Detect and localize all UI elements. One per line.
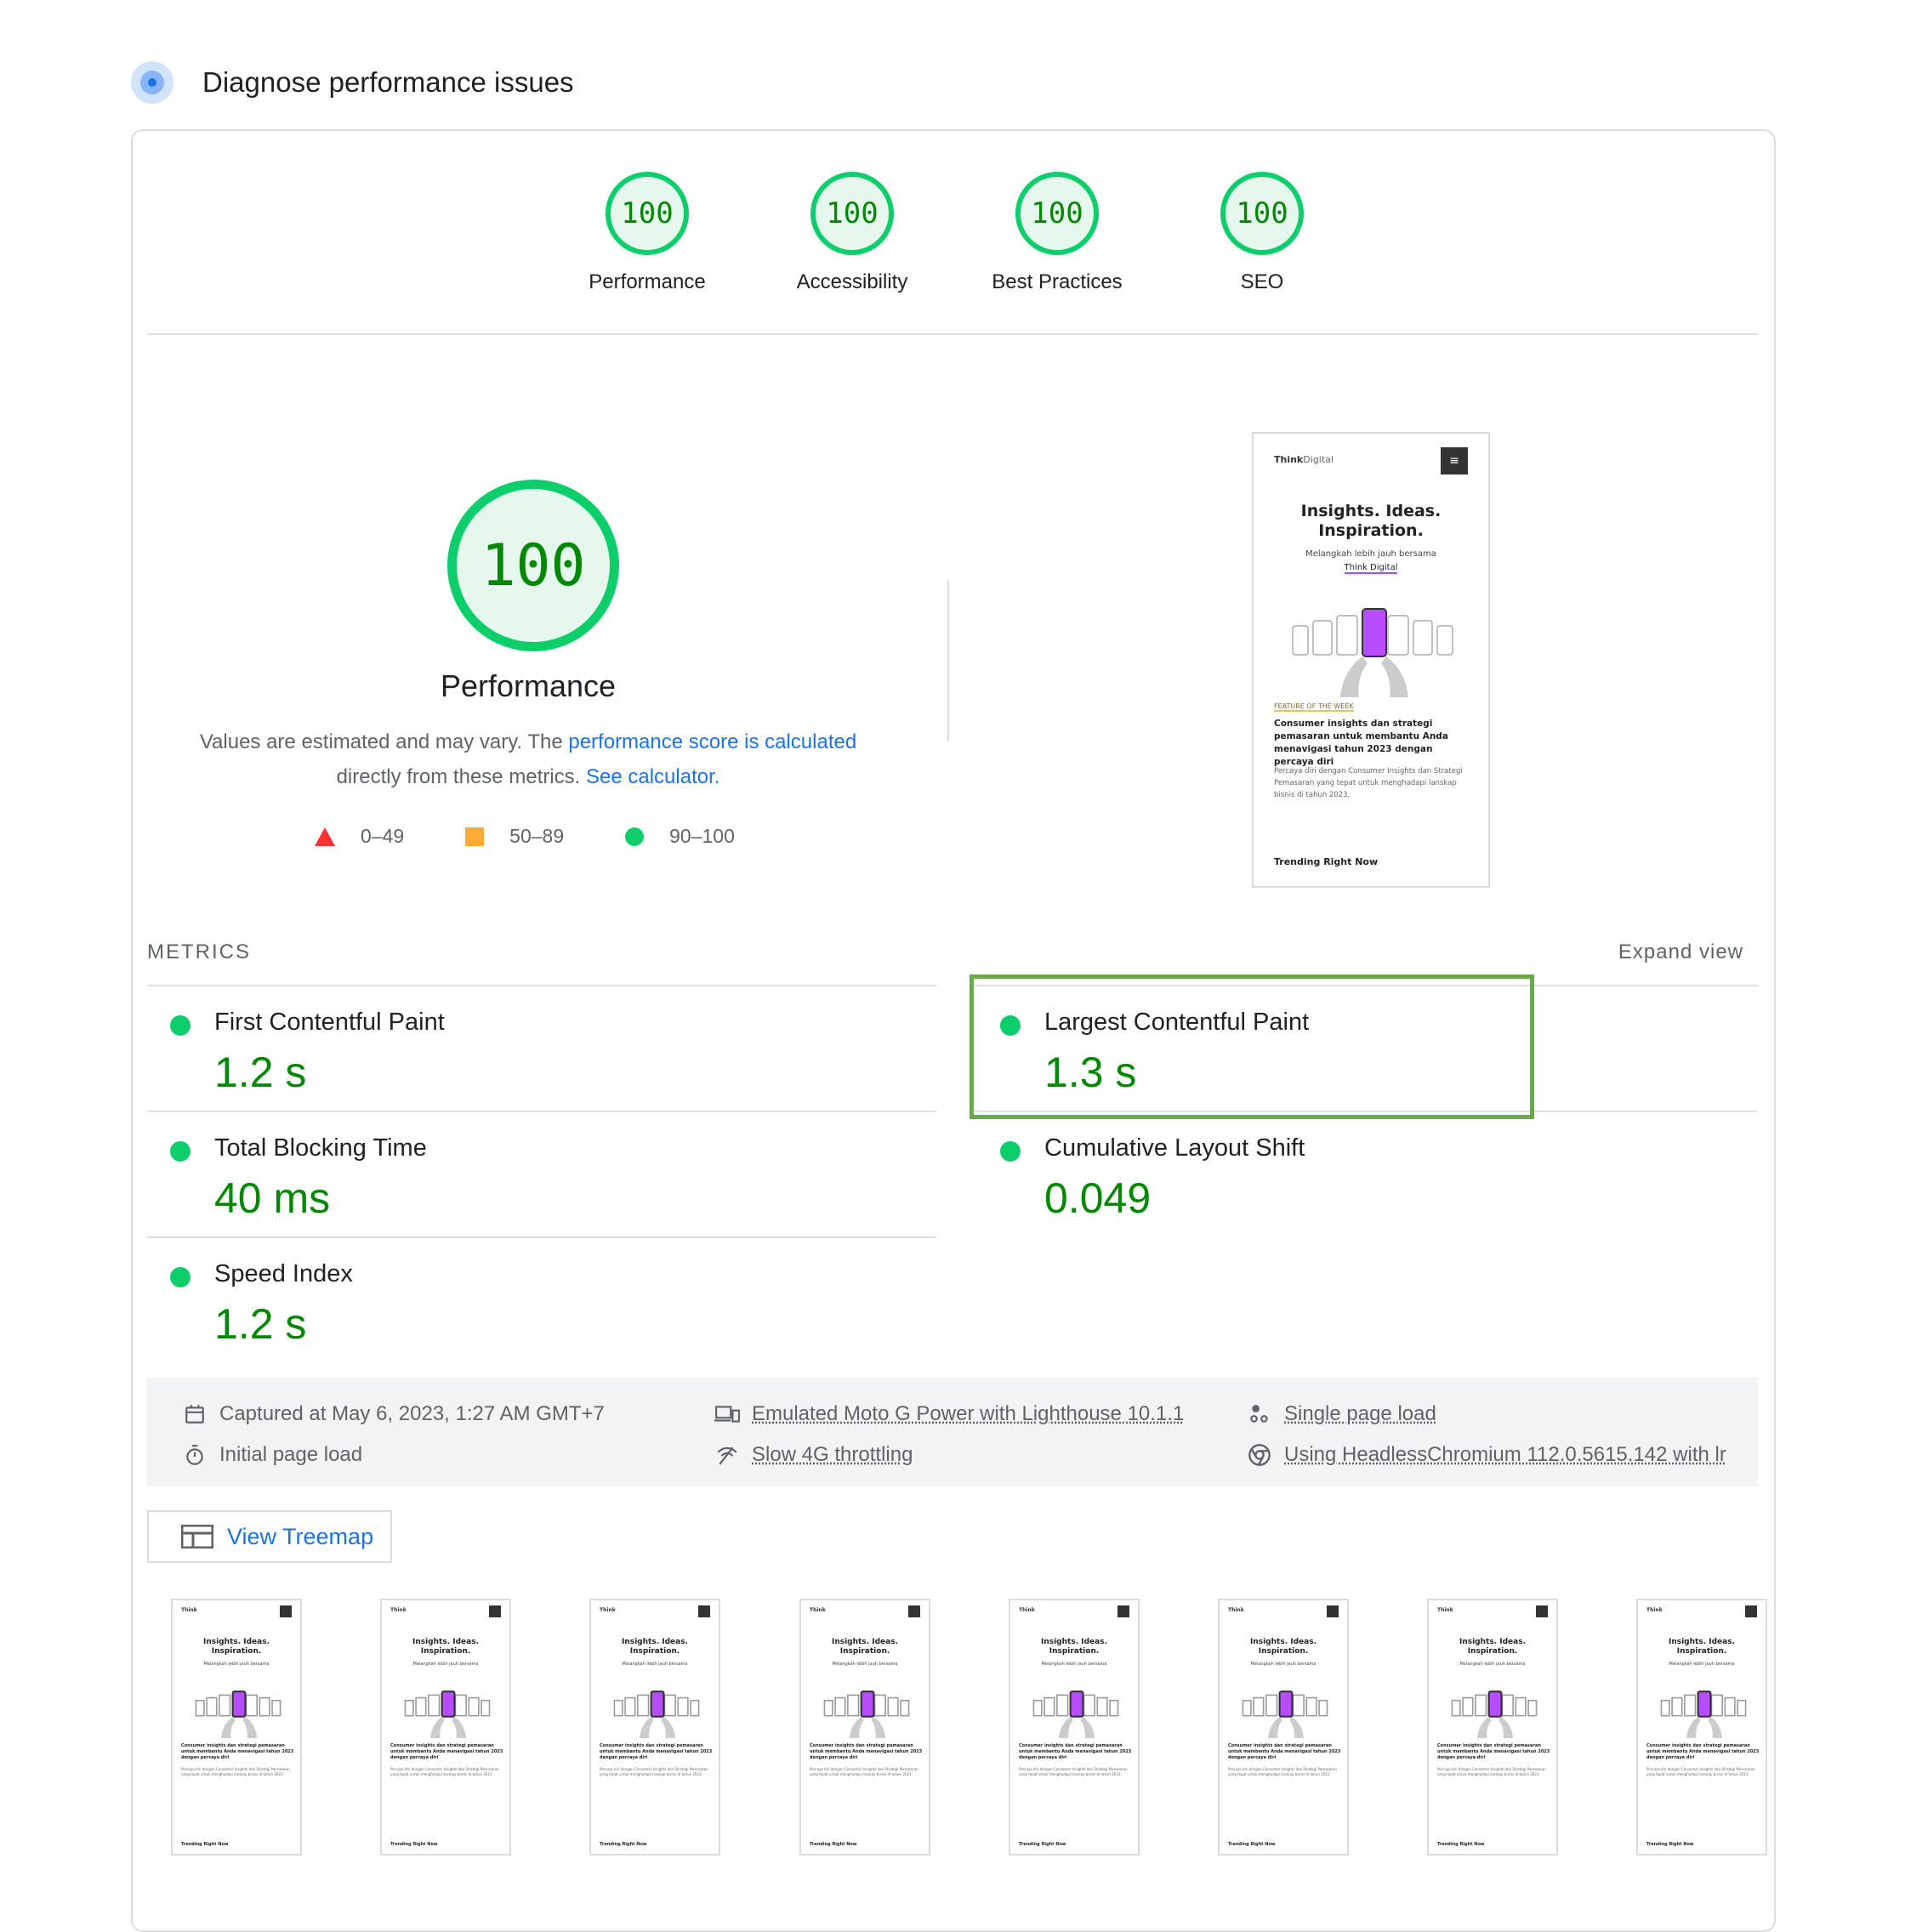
hamburger-menu-icon: ≡ — [1441, 447, 1468, 474]
timer-icon — [182, 1442, 208, 1468]
metric-value: 40 ms — [214, 1174, 331, 1222]
lighthouse-icon — [131, 61, 173, 104]
pass-circle-icon — [170, 1267, 190, 1287]
filmstrip-frame: Think Insights. Ideas. Inspiration. Melangk… — [1427, 1599, 1558, 1855]
vertical-divider — [947, 580, 949, 742]
pass-circle-icon — [625, 827, 645, 846]
gauge-score: 100 — [1015, 172, 1099, 255]
score-legend: 0–49 50–89 90–100 — [315, 825, 796, 848]
gauge-label: Performance — [589, 270, 706, 293]
single-page-load[interactable]: Single page load — [1247, 1401, 1436, 1427]
calendar-icon — [182, 1401, 208, 1427]
legend-range: 50–89 — [509, 825, 565, 847]
legend-range: 0–49 — [361, 825, 405, 847]
treemap-icon — [181, 1525, 213, 1548]
gauge-seo[interactable]: 100 SEO — [1160, 172, 1364, 294]
expand-view-toggle[interactable]: Expand view — [1618, 940, 1743, 964]
filmstrip-frame: Think Insights. Ideas. Inspiration. Melangk… — [1218, 1599, 1349, 1855]
see-calculator-link[interactable]: See calculator. — [586, 765, 719, 788]
performance-description: Values are estimated and may vary. The p… — [199, 730, 857, 788]
gauge-accessibility[interactable]: 100 Accessibility — [750, 172, 954, 294]
view-treemap-button[interactable]: View Treemap — [147, 1510, 392, 1563]
pass-circle-icon — [170, 1015, 190, 1036]
metric-value: 1.2 s — [214, 1048, 307, 1096]
gauge-score: 100 — [810, 172, 894, 255]
metrics-divider — [147, 985, 936, 986]
metric-name: Speed Index — [214, 1260, 353, 1287]
final-screenshot[interactable]: ThinkDigital ≡ Insights. Ideas. Inspirati… — [1252, 432, 1490, 888]
browser-info[interactable]: Using HeadlessChromium 112.0.5615.142 wi… — [1247, 1442, 1726, 1468]
devices-icon — [714, 1401, 740, 1427]
gauge-label: Best Practices — [992, 270, 1123, 293]
gauge-best-practices[interactable]: 100 Best Practices — [955, 172, 1159, 294]
average-square-icon — [465, 827, 485, 846]
shot-headline: Insights. Ideas. Inspiration. — [1300, 502, 1442, 540]
performance-score-gauge: 100 — [447, 480, 619, 651]
metrics-divider — [147, 1111, 936, 1112]
section-header: Diagnose performance issues — [131, 60, 574, 105]
metric-name: Cumulative Layout Shift — [1044, 1134, 1305, 1162]
fail-triangle-icon — [315, 827, 335, 846]
gauge-score: 100 — [1220, 172, 1304, 255]
metrics-heading: METRICS — [147, 940, 251, 963]
shot-trending: Trending Right Now — [1274, 856, 1379, 867]
gauge-score: 100 — [606, 172, 689, 255]
shot-feature-tag: FEATURE OF THE WEEK — [1274, 702, 1354, 712]
filmstrip-frame: Think Insights. Ideas. Inspiration. Melangk… — [589, 1599, 720, 1855]
network-icon — [714, 1442, 740, 1468]
filmstrip-frame: Think Insights. Ideas. Inspiration. Melangk… — [1636, 1599, 1767, 1855]
legend-range: 90–100 — [669, 825, 735, 847]
shot-sublink: Think Digital — [1344, 563, 1398, 574]
shot-feature-body: Percaya diri dengan Consumer Insights da… — [1274, 767, 1463, 799]
section-title: Diagnose performance issues — [202, 66, 574, 98]
metric-name: First Contentful Paint — [214, 1009, 445, 1036]
gauge-label: Accessibility — [796, 270, 908, 293]
metric-name: Total Blocking Time — [214, 1134, 427, 1162]
captured-at: Captured at May 6, 2023, 1:27 AM GMT+7 — [182, 1401, 605, 1427]
shot-subtitle: Melangkah lebih jauh bersama — [1305, 549, 1436, 559]
shot-feature-title: Consumer insights dan strategi pemasaran… — [1274, 719, 1448, 767]
gauge-label: SEO — [1240, 270, 1284, 293]
score-calculated-link[interactable]: performance score is calculated — [568, 730, 856, 753]
filmstrip-frame: Think Insights. Ideas. Inspiration. Melangk… — [1009, 1599, 1140, 1855]
metrics-divider — [147, 1236, 936, 1238]
chrome-icon — [1247, 1442, 1272, 1468]
phones-illustration-icon — [1292, 608, 1453, 697]
filmstrip-frame: Think Insights. Ideas. Inspiration. Melangk… — [171, 1599, 302, 1855]
pass-circle-icon — [1000, 1141, 1021, 1162]
performance-title: Performance — [440, 668, 617, 703]
initial-page-load: Initial page load — [182, 1442, 362, 1468]
pass-circle-icon — [170, 1141, 190, 1162]
filmstrip-frame: Think Insights. Ideas. Inspiration. Melangk… — [799, 1599, 930, 1855]
network-throttling[interactable]: Slow 4G throttling — [714, 1442, 913, 1468]
emulated-device[interactable]: Emulated Moto G Power with Lighthouse 10… — [714, 1401, 1184, 1427]
lcp-highlight-box — [970, 975, 1534, 1119]
gauge-performance[interactable]: 100 Performance — [545, 172, 749, 294]
filmstrip-frame: Think Insights. Ideas. Inspiration. Melangk… — [380, 1599, 511, 1855]
gauges-divider — [147, 333, 1758, 335]
session-icon — [1247, 1401, 1272, 1427]
shot-brand: ThinkDigital — [1274, 454, 1334, 465]
runtime-settings — [147, 1378, 1758, 1486]
metric-value: 1.2 s — [214, 1300, 307, 1348]
metric-value: 0.049 — [1044, 1174, 1152, 1222]
